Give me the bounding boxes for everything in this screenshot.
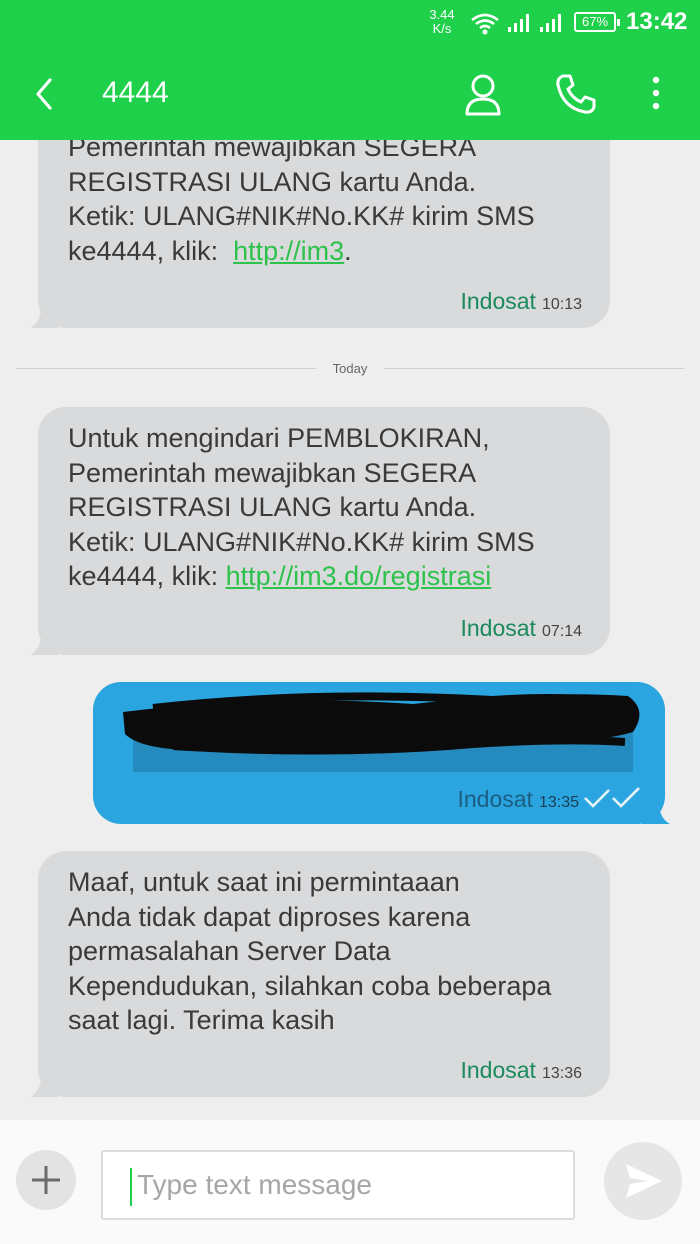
message-line: permasalahan Server Data bbox=[68, 936, 391, 966]
phone-icon[interactable] bbox=[554, 72, 598, 116]
message-time: 10:13 bbox=[541, 296, 582, 313]
message-input[interactable]: Type text message bbox=[101, 1150, 575, 1220]
contact-person-icon[interactable] bbox=[462, 72, 504, 118]
date-divider-label: Today bbox=[332, 361, 368, 376]
more-vert-icon[interactable] bbox=[646, 72, 666, 116]
message-line-with-link: ke4444, klik: http://im3.do/registrasi bbox=[68, 559, 535, 594]
message-line: Ketik: ULANG#NIK#No.KK# kirim SMS bbox=[68, 201, 535, 231]
message-bubble-outgoing[interactable]: Indosat 13:35 bbox=[93, 682, 665, 824]
message-time: 07:14 bbox=[541, 623, 582, 640]
message-line-with-link: ke4444, klik: http://im3. bbox=[68, 234, 535, 269]
message-line: Anda tidak dapat diproses karena bbox=[68, 901, 471, 932]
attach-button[interactable] bbox=[16, 1150, 76, 1210]
message-bubble-incoming[interactable]: Maaf, untuk saat ini permintaaan Anda ti… bbox=[38, 851, 610, 1097]
message-line: REGISTRASI ULANG kartu Anda. bbox=[68, 492, 477, 522]
message-meta: Indosat 13:36 bbox=[461, 1053, 583, 1092]
bubble-tail bbox=[30, 1069, 58, 1097]
message-line: REGISTRASI ULANG kartu Anda. bbox=[68, 166, 477, 197]
wifi-icon bbox=[471, 13, 499, 35]
sim-label: Indosat bbox=[460, 1057, 536, 1083]
redaction-scribble bbox=[123, 692, 640, 772]
back-arrow-icon[interactable] bbox=[30, 74, 62, 114]
message-line: Pemerintah mewajibkan SEGERA bbox=[68, 457, 477, 488]
message-line: Ketik: ULANG#NIK#No.KK# kirim SMS bbox=[68, 526, 535, 557]
message-meta: Indosat 10:13 bbox=[461, 284, 583, 323]
message-text: ke4444, klik: bbox=[68, 561, 226, 591]
bubble-tail bbox=[642, 796, 670, 824]
plus-icon bbox=[32, 1166, 60, 1194]
date-divider-line bbox=[16, 368, 316, 369]
message-line: Kependudukan, silahkan coba beberapa bbox=[68, 970, 552, 1001]
send-button[interactable] bbox=[604, 1142, 682, 1220]
date-divider-line bbox=[384, 368, 684, 369]
bubble-tail bbox=[30, 627, 58, 655]
message-line: saat lagi. Terima kasih bbox=[68, 1005, 335, 1035]
status-clock: 13:42 bbox=[626, 8, 688, 35]
message-time: 13:36 bbox=[541, 1065, 582, 1082]
network-speed: 3.44 K/s bbox=[426, 8, 458, 36]
signal-2-icon bbox=[540, 14, 561, 32]
compose-bar: Type text message bbox=[0, 1120, 700, 1244]
conversation-title: 4444 bbox=[102, 76, 169, 109]
signal-1-icon bbox=[508, 14, 529, 32]
message-text: ke4444, klik: bbox=[68, 235, 234, 266]
text-cursor bbox=[130, 1168, 132, 1206]
sim-label: Indosat bbox=[457, 786, 533, 812]
battery-indicator: 67% bbox=[574, 12, 620, 32]
message-body: Untuk mengindari PEMBLOKIRAN, Pemerintah… bbox=[68, 421, 535, 594]
message-line: Maaf, untuk saat ini permintaaan bbox=[68, 867, 460, 897]
message-bubble-incoming[interactable]: Untuk mengindari PEMBLOKIRAN, Pemerintah… bbox=[38, 407, 610, 655]
message-time: 13:35 bbox=[538, 794, 579, 811]
network-speed-unit: K/s bbox=[432, 21, 452, 36]
send-icon bbox=[626, 1164, 662, 1198]
network-speed-value: 3.44 bbox=[429, 7, 455, 22]
message-line: Untuk mengindari PEMBLOKIRAN, bbox=[68, 423, 490, 453]
sim-label: Indosat bbox=[460, 615, 536, 641]
bubble-tail bbox=[30, 300, 58, 328]
delivered-double-check-icon bbox=[584, 787, 640, 808]
message-meta: Indosat 07:14 bbox=[461, 611, 583, 650]
message-body: Pemerintah mewajibkan SEGERA REGISTRASI … bbox=[68, 130, 535, 268]
status-bar: 3.44 K/s 67% 13:42 bbox=[0, 0, 700, 46]
message-text: . bbox=[344, 235, 352, 266]
message-meta: Indosat 13:35 bbox=[458, 782, 580, 821]
app-header: 3.44 K/s 67% 13:42 4444 bbox=[0, 0, 700, 140]
message-body: Maaf, untuk saat ini permintaaan Anda ti… bbox=[68, 865, 551, 1038]
sim-label: Indosat bbox=[460, 288, 536, 314]
message-link[interactable]: http://im3.do/registrasi bbox=[226, 561, 492, 591]
message-link[interactable]: http://im3 bbox=[233, 236, 344, 266]
